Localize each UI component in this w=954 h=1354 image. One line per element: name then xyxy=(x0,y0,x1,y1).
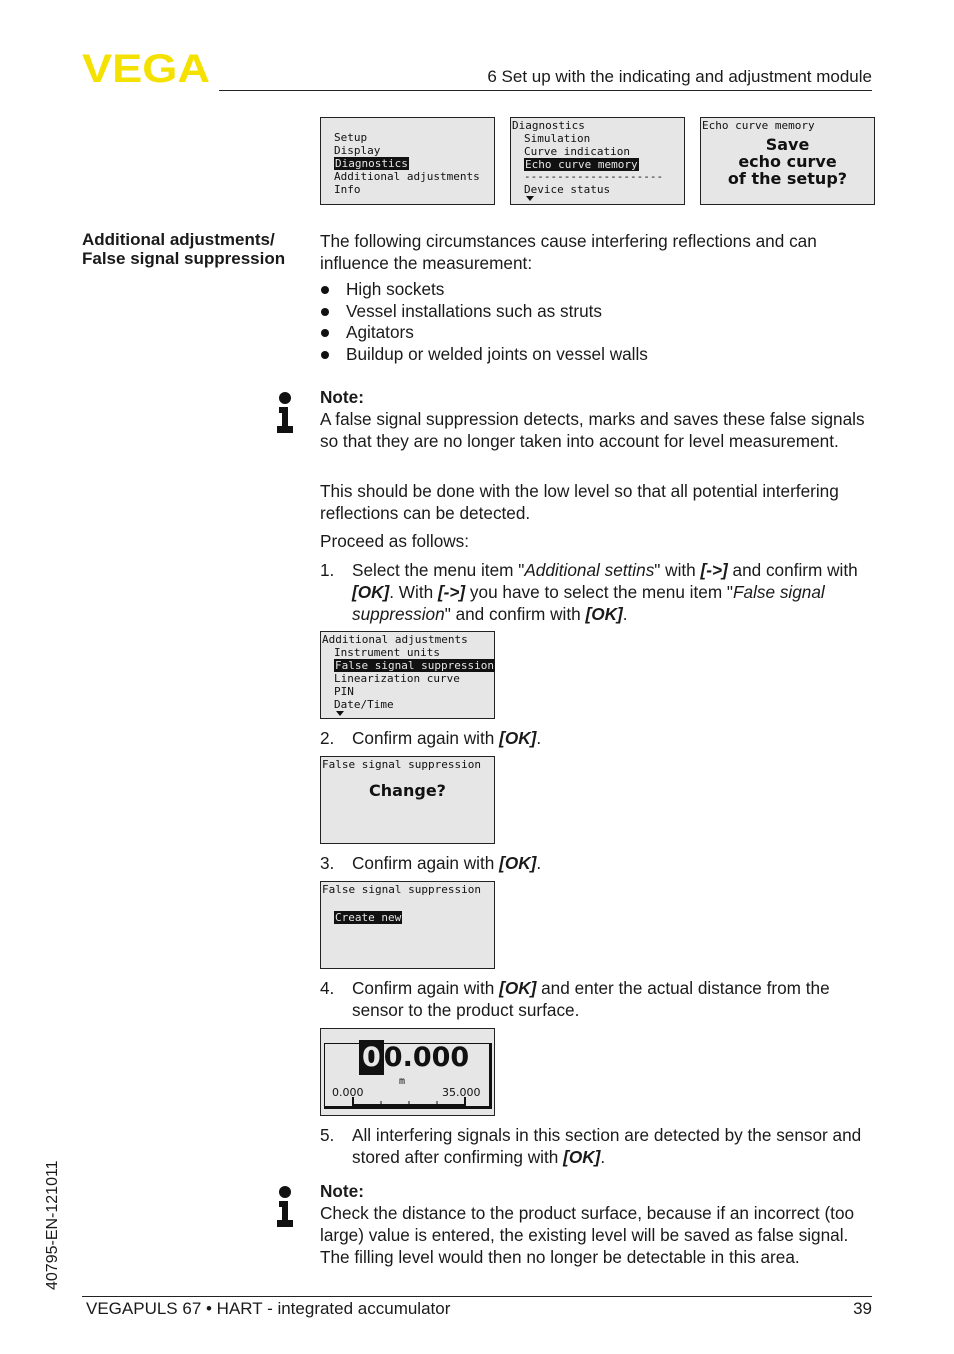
lcd-message-line: of the setup? xyxy=(727,169,848,188)
section-heading: Additional adjustments/ False signal sup… xyxy=(82,230,286,268)
step-text: Select the menu item "Additional settins… xyxy=(352,560,858,624)
distance-value: 0 0.000 xyxy=(359,1040,469,1075)
scroll-down-icon xyxy=(336,711,344,716)
lcd-title: False signal suppression xyxy=(322,758,481,771)
lcd-title: Diagnostics xyxy=(512,119,585,132)
lcd-distance-entry: 0 0.000 m 0.000 35.000 xyxy=(320,1028,495,1116)
cursor-digit: 0 xyxy=(359,1040,384,1075)
section-title: 6 Set up with the indicating and adjustm… xyxy=(487,67,872,86)
note-text: Check the distance to the product surfac… xyxy=(320,1203,855,1267)
note-text: A false signal suppression detects, mark… xyxy=(320,409,865,451)
intro-paragraph: The following circumstances cause interf… xyxy=(320,231,817,273)
footer-divider xyxy=(82,1296,872,1297)
bullet-item: Agitators xyxy=(320,322,648,344)
menu-item-additional-adjustments: Additional adjustments xyxy=(334,170,480,183)
page-number: 39 xyxy=(853,1299,872,1318)
info-icon xyxy=(277,392,293,433)
lcd-echo-curve-memory: Echo curve memory Save echo curve of the… xyxy=(700,117,875,205)
unit-label: m xyxy=(399,1076,406,1087)
info-icon xyxy=(277,1186,293,1227)
lcd-message: Change? xyxy=(369,781,446,800)
menu-item-diagnostics-selected: Diagnostics xyxy=(334,157,409,170)
lcd-message-line: echo curve xyxy=(738,152,837,171)
note-label: Note: xyxy=(320,387,364,407)
menu-item-create-new-selected: Create new xyxy=(334,911,403,924)
menu-item-false-signal-suppression-selected: False signal suppression xyxy=(334,659,495,672)
product-name: VEGAPULS 67 • HART - integrated accumula… xyxy=(86,1299,451,1318)
svg-text:VEGA: VEGA xyxy=(82,50,210,86)
lcd-false-signal-create: False signal suppression Create new xyxy=(320,881,495,969)
menu-separator: --------------------- xyxy=(524,170,664,183)
menu-item-date-time: Date/Time xyxy=(334,698,394,711)
step-text: Confirm again with [OK]. xyxy=(352,853,542,873)
lcd-false-signal-change: False signal suppression Change? xyxy=(320,756,495,844)
lcd-title: Additional adjustments xyxy=(322,633,468,646)
lcd-additional-adjustments: Additional adjustments Instrument units … xyxy=(320,631,495,719)
paragraph: This should be done with the low level s… xyxy=(320,481,839,523)
step-number: 3. xyxy=(320,853,335,873)
menu-item-device-status: Device status xyxy=(524,183,611,196)
lcd-main-menu: Setup Display Diagnostics Additional adj… xyxy=(320,117,495,205)
note-label: Note: xyxy=(320,1181,364,1201)
bullet-item: High sockets xyxy=(320,279,648,301)
step-text: Confirm again with [OK]. xyxy=(352,728,542,748)
step-number: 4. xyxy=(320,978,335,998)
step-number: 1. xyxy=(320,560,335,580)
menu-item-setup: Setup xyxy=(334,131,368,144)
step-number: 5. xyxy=(320,1125,335,1145)
lcd-message-line: Save xyxy=(765,135,810,154)
lcd-title: False signal suppression xyxy=(322,883,481,896)
bullet-item: Vessel installations such as struts xyxy=(320,301,648,323)
vega-logo: VEGA xyxy=(82,50,210,86)
menu-item-linearization-curve: Linearization curve xyxy=(334,672,460,685)
document-id: 40795-EN-121011 xyxy=(44,1160,61,1290)
lcd-diagnostics-menu: Diagnostics Simulation Curve indication … xyxy=(510,117,685,205)
scale-bar xyxy=(352,1097,466,1106)
scroll-down-icon xyxy=(526,196,534,201)
menu-item-curve-indication: Curve indication xyxy=(524,145,630,158)
menu-item-info: Info xyxy=(334,183,361,196)
menu-item-pin: PIN xyxy=(334,685,354,698)
menu-item-simulation: Simulation xyxy=(524,132,591,145)
menu-item-display: Display xyxy=(334,144,381,157)
step-text: Confirm again with [OK] and enter the ac… xyxy=(352,978,830,1020)
header-divider xyxy=(219,90,872,91)
paragraph: Proceed as follows: xyxy=(320,531,470,551)
step-number: 2. xyxy=(320,728,335,748)
bullet-item: Buildup or welded joints on vessel walls xyxy=(320,344,648,366)
step-text: All interfering signals in this section … xyxy=(352,1125,862,1167)
lcd-title: Echo curve memory xyxy=(702,119,815,132)
bullet-list: High sockets Vessel installations such a… xyxy=(320,279,648,366)
menu-item-instrument-units: Instrument units xyxy=(334,646,440,659)
